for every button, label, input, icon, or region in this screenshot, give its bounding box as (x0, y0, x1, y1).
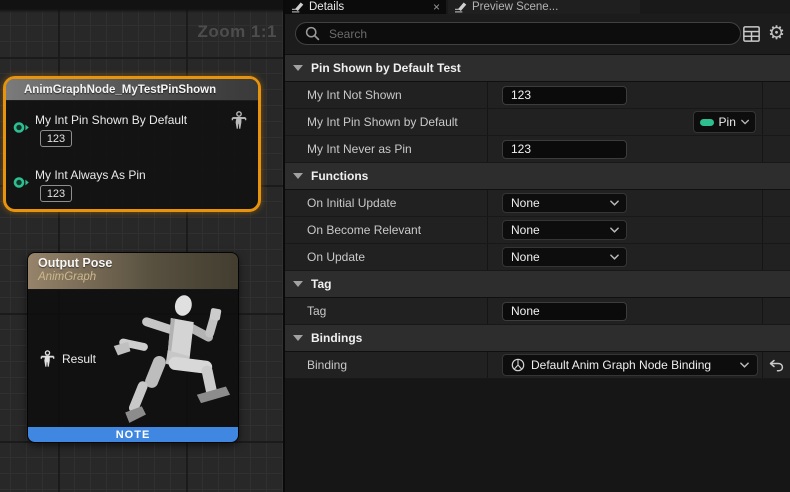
preview-scene-tab-icon (454, 2, 467, 13)
node-header[interactable]: AnimGraphNode_MyTestPinShown (6, 79, 258, 101)
panel-tab-bar: Details × Preview Scene... (285, 0, 790, 14)
my-int-not-shown-input[interactable] (502, 86, 627, 105)
category-title: Tag (311, 277, 331, 291)
my-int-never-as-pin-input[interactable] (502, 140, 627, 159)
output-pose-title: Output Pose (38, 256, 238, 270)
chevron-down-icon (741, 119, 749, 125)
tab-preview-scene[interactable]: Preview Scene... (448, 0, 640, 14)
details-panel: Details × Preview Scene... (283, 0, 790, 492)
search-input[interactable] (327, 26, 711, 42)
property-label: My Int Not Shown (285, 82, 488, 108)
settings-gear-icon[interactable]: ⚙ (768, 25, 785, 43)
pin-visibility-dropdown[interactable]: Pin (693, 111, 756, 133)
search-box[interactable] (295, 22, 741, 45)
tab-label: Details (309, 1, 344, 13)
chevron-down-icon (610, 200, 619, 206)
running-mannequin-image (110, 292, 238, 425)
category-pin-shown-by-default-test[interactable]: Pin Shown by Default Test (285, 55, 790, 82)
category-tag[interactable]: Tag (285, 271, 790, 298)
row-gutter (763, 298, 790, 324)
details-tab-icon (291, 2, 304, 13)
property-row-tag: Tag (285, 298, 790, 325)
on-update-dropdown[interactable]: None (502, 247, 627, 267)
output-pose-header[interactable]: Output Pose AnimGraph (28, 253, 238, 290)
expander-arrow-icon (293, 335, 303, 341)
int-pin-icon[interactable] (13, 176, 30, 189)
dropdown-value: None (511, 196, 610, 210)
property-label: Binding (285, 352, 488, 378)
output-pose-body: Result (28, 290, 238, 425)
binding-dropdown[interactable]: Default Anim Graph Node Binding (502, 354, 758, 376)
dropdown-value: None (511, 223, 610, 237)
row-gutter (763, 82, 790, 108)
output-pose-node[interactable]: Output Pose AnimGraph (27, 252, 239, 443)
property-list: Pin Shown by Default Test My Int Not Sho… (285, 55, 790, 492)
expander-arrow-icon (293, 281, 303, 287)
note-banner-label: NOTE (116, 429, 151, 441)
tag-input[interactable] (502, 302, 627, 321)
property-row-my-int-not-shown: My Int Not Shown (285, 82, 790, 109)
anim-graph-node-mytestpinshown[interactable]: AnimGraphNode_MyTestPinShown My Int Pin … (3, 76, 261, 212)
pin-default-value-input[interactable] (40, 130, 72, 147)
row-gutter (763, 244, 790, 270)
category-bindings[interactable]: Bindings (285, 325, 790, 352)
property-label: On Update (285, 244, 488, 270)
pose-pin-icon (40, 350, 55, 368)
details-empty-area (285, 379, 790, 492)
row-gutter (763, 190, 790, 216)
note-banner[interactable]: NOTE (28, 427, 238, 442)
property-label: My Int Pin Shown by Default (285, 109, 488, 135)
reset-to-default-icon[interactable] (769, 359, 784, 372)
node-pin-row: My Int Always As Pin (6, 147, 258, 202)
result-pin-label: Result (62, 352, 96, 366)
pin-state-icon (700, 119, 714, 126)
pin-label: My Int Always As Pin (35, 169, 146, 182)
tab-details[interactable]: Details × (285, 0, 446, 14)
property-row-my-int-pin-shown-by-default: My Int Pin Shown by Default Pin (285, 109, 790, 136)
category-title: Pin Shown by Default Test (311, 61, 461, 75)
expander-arrow-icon (293, 65, 303, 71)
binding-class-icon (511, 358, 525, 372)
property-row-my-int-never-as-pin: My Int Never as Pin (285, 136, 790, 163)
anim-graph-canvas[interactable]: Zoom 1:1 AnimGraphNode_MyTestPinShown My… (0, 0, 283, 492)
chevron-down-icon (610, 227, 619, 233)
property-row-on-update: On Update None (285, 244, 790, 271)
zoom-level-indicator: Zoom 1:1 (197, 22, 277, 42)
int-pin-icon[interactable] (13, 121, 30, 134)
property-label: On Become Relevant (285, 217, 488, 243)
property-label: Tag (285, 298, 488, 324)
graph-top-shadow (0, 0, 283, 13)
close-tab-icon[interactable]: × (433, 2, 440, 12)
row-gutter (763, 109, 790, 135)
property-label: On Initial Update (285, 190, 488, 216)
row-gutter (763, 217, 790, 243)
property-row-on-become-relevant: On Become Relevant None (285, 217, 790, 244)
category-title: Functions (311, 169, 368, 183)
row-gutter (763, 136, 790, 162)
binding-value: Default Anim Graph Node Binding (531, 358, 734, 372)
dropdown-value: None (511, 250, 610, 264)
node-title: AnimGraphNode_MyTestPinShown (6, 84, 216, 96)
output-pose-subtitle: AnimGraph (38, 271, 238, 283)
node-pin-row: My Int Pin Shown By Default (6, 101, 258, 147)
property-label: My Int Never as Pin (285, 136, 488, 162)
pin-default-value-input[interactable] (40, 185, 72, 202)
category-title: Bindings (311, 331, 362, 345)
pin-dropdown-value: Pin (719, 115, 736, 129)
property-row-on-initial-update: On Initial Update None (285, 190, 790, 217)
pin-label: My Int Pin Shown By Default (35, 114, 187, 127)
result-pose-pin[interactable]: Result (40, 350, 96, 368)
on-become-relevant-dropdown[interactable]: None (502, 220, 627, 240)
display-filter-icon[interactable] (743, 26, 760, 42)
chevron-down-icon (740, 362, 749, 368)
category-functions[interactable]: Functions (285, 163, 790, 190)
pose-output-pin-icon[interactable] (231, 111, 247, 130)
chevron-down-icon (610, 254, 619, 260)
on-initial-update-dropdown[interactable]: None (502, 193, 627, 213)
search-icon (305, 26, 320, 41)
tab-label: Preview Scene... (472, 1, 558, 13)
property-row-binding: Binding Default Anim Graph Node Binding (285, 352, 790, 379)
details-toolbar: ⚙ (285, 14, 790, 55)
expander-arrow-icon (293, 173, 303, 179)
